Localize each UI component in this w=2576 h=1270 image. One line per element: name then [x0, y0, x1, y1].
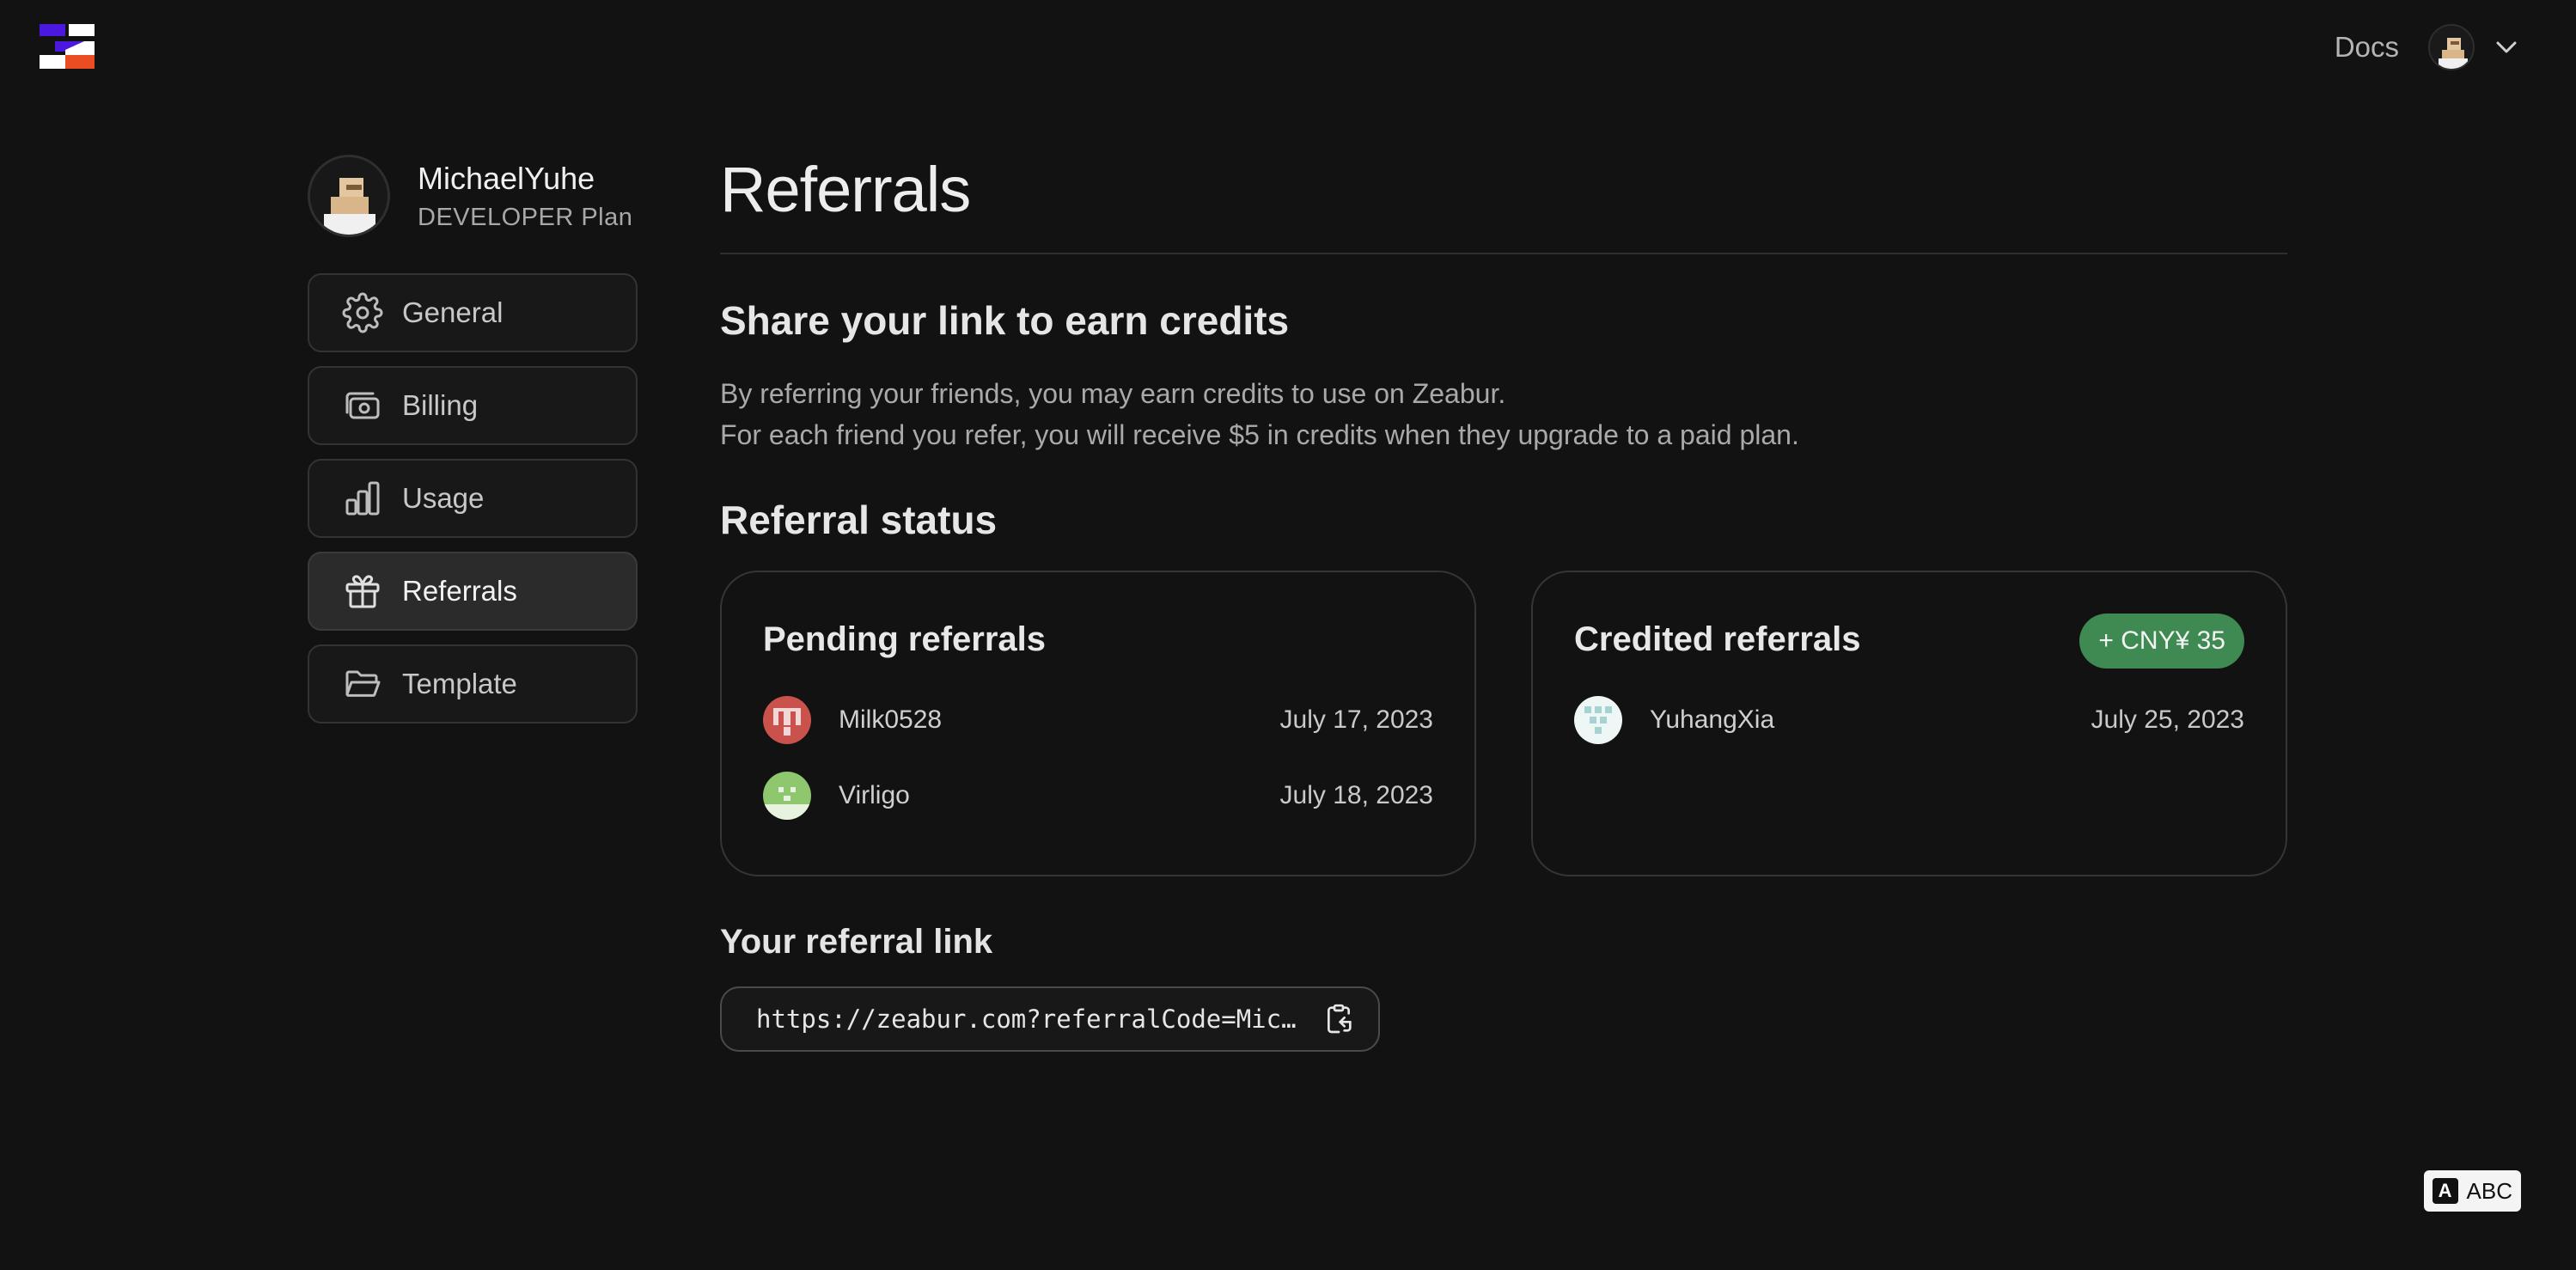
- avatar: [763, 696, 811, 744]
- sidebar-item-label: General: [402, 296, 504, 328]
- referral-date: July 18, 2023: [1279, 781, 1433, 809]
- gear-icon: [342, 292, 383, 333]
- referral-name: Virligo: [839, 781, 910, 809]
- sidebar-item-referrals[interactable]: Referrals: [308, 552, 638, 631]
- credited-referrals-title: Credited referrals: [1574, 620, 1861, 658]
- title-divider: [720, 253, 2287, 254]
- sidebar-item-general[interactable]: General: [308, 273, 638, 352]
- share-heading: Share your link to earn credits: [720, 298, 1290, 343]
- gift-icon: [342, 571, 383, 612]
- zeabur-logo[interactable]: [40, 24, 95, 69]
- avatar: [763, 772, 811, 820]
- sidebar-item-label: Usage: [402, 482, 485, 514]
- billing-icon: [342, 385, 383, 426]
- chevron-down-icon[interactable]: [2494, 34, 2519, 60]
- referral-name: Milk0528: [839, 705, 943, 734]
- sidebar-item-billing[interactable]: Billing: [308, 366, 638, 445]
- list-item: Milk0528 July 17, 2023: [763, 694, 1433, 746]
- referral-date: July 25, 2023: [2091, 705, 2244, 734]
- referral-link-heading: Your referral link: [720, 923, 993, 961]
- user-avatar-button[interactable]: [2428, 24, 2475, 70]
- avatar-image: [2430, 26, 2473, 69]
- sidebar-item-usage[interactable]: Usage: [308, 459, 638, 538]
- avatar: [308, 155, 390, 237]
- sidebar-item-template[interactable]: Template: [308, 644, 638, 724]
- profile-card: MichaelYuhe DEVELOPER Plan: [308, 155, 632, 237]
- username: MichaelYuhe: [418, 160, 595, 196]
- referral-date: July 17, 2023: [1279, 705, 1433, 734]
- referral-status-heading: Referral status: [720, 498, 998, 542]
- page-title: Referrals: [720, 154, 971, 225]
- list-item: YuhangXia July 25, 2023: [1574, 694, 2244, 746]
- share-description-line-2: For each friend you refer, you will rece…: [720, 419, 1799, 450]
- referral-link-text[interactable]: https://zeabur.com?referralCode=Micha…: [756, 1004, 1306, 1034]
- list-item: Virligo July 18, 2023: [763, 770, 1433, 821]
- folder-icon: [342, 663, 383, 705]
- input-method-label: ABC: [2466, 1177, 2512, 1204]
- pending-referrals-card: Pending referrals Milk0528 July 17, 2023: [720, 571, 1476, 876]
- pending-referrals-title: Pending referrals: [763, 620, 1047, 658]
- sidebar-item-label: Billing: [402, 389, 479, 421]
- input-method-indicator[interactable]: A ABC: [2423, 1170, 2521, 1212]
- share-description-line-1: By referring your friends, you may earn …: [720, 378, 1506, 409]
- avatar: [1574, 696, 1622, 744]
- plan-label: DEVELOPER Plan: [418, 204, 633, 232]
- sidebar-item-label: Referrals: [402, 575, 517, 607]
- settings-sidebar: General Billing Usage Referrals Template: [308, 273, 638, 737]
- referral-name: YuhangXia: [1650, 705, 1775, 734]
- copy-link-button[interactable]: [1322, 1002, 1356, 1036]
- credit-total-badge: + CNY¥ 35: [2079, 614, 2244, 669]
- share-description: By referring your friends, you may earn …: [720, 373, 1799, 455]
- profile-text: MichaelYuhe DEVELOPER Plan: [418, 160, 632, 232]
- referral-link-field[interactable]: https://zeabur.com?referralCode=Micha…: [720, 986, 1380, 1052]
- page: Docs MichaelYuhe DEVELOPER Plan General …: [0, 0, 2576, 1270]
- bar-chart-icon: [342, 478, 383, 519]
- clipboard-icon: [1328, 1004, 1352, 1034]
- docs-link[interactable]: Docs: [2335, 31, 2399, 64]
- sidebar-item-label: Template: [402, 668, 517, 699]
- input-method-icon: A: [2432, 1178, 2458, 1204]
- credited-referrals-card: Credited referrals + CNY¥ 35 YuhangXia J: [1531, 571, 2287, 876]
- avatar-image: [310, 157, 388, 235]
- top-right-controls: Docs: [2335, 22, 2519, 72]
